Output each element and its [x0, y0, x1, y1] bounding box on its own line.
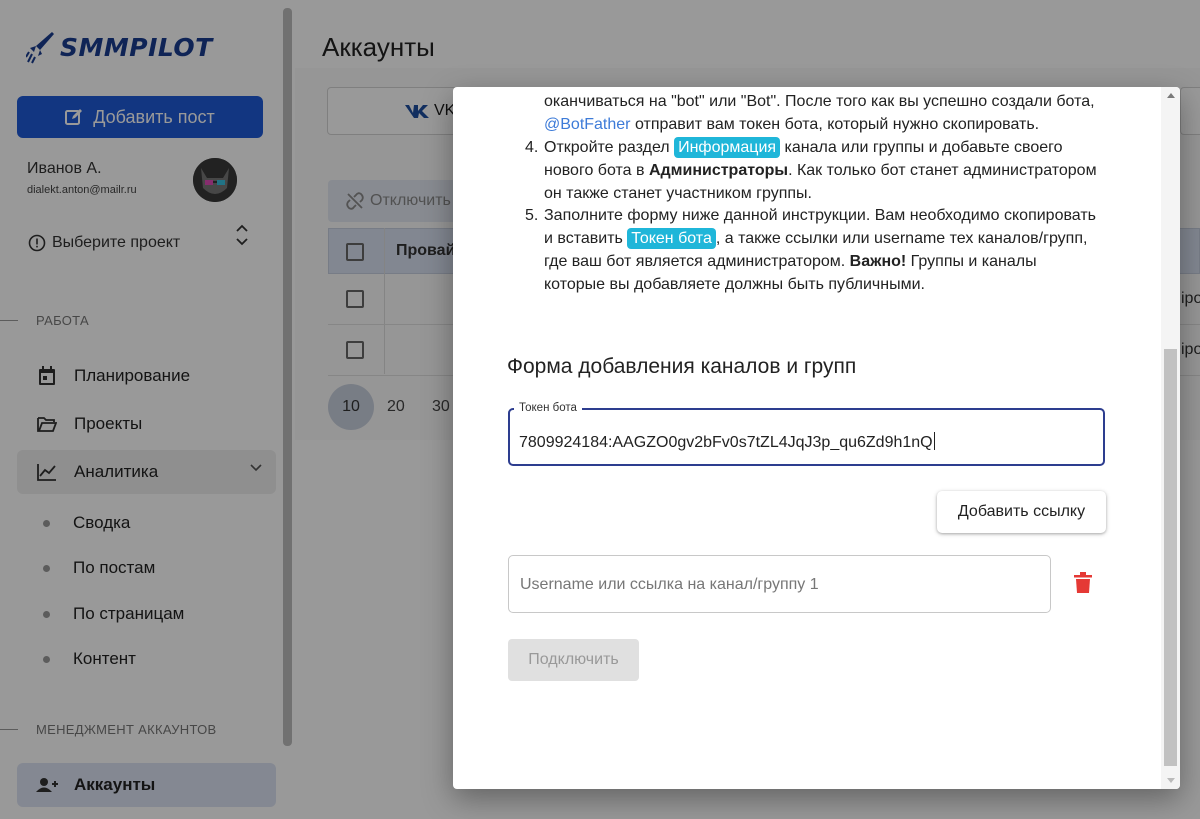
instruction-text: отправит вам токен бота, который нужно с…: [630, 116, 1040, 133]
instruction-bold: Важно!: [849, 253, 907, 270]
add-link-button[interactable]: Добавить ссылку: [937, 491, 1106, 533]
scroll-up-arrow-icon[interactable]: [1167, 93, 1175, 98]
instruction-line: Откройте раздел Информация канала или гр…: [544, 137, 1063, 160]
instruction-text: нового бота в: [544, 162, 649, 179]
step-number: 4.: [525, 139, 539, 156]
instruction-text: и вставить: [544, 230, 628, 247]
instruction-text: где ваш бот является администратором.: [544, 253, 850, 270]
text-caret: [933, 432, 935, 450]
instruction-line: Заполните форму ниже данной инструкции. …: [544, 207, 1096, 224]
dialog-scrollbar-thumb[interactable]: [1164, 349, 1177, 766]
instruction-line: нового бота в Администраторы. Как только…: [544, 160, 1097, 183]
step-number: 5.: [525, 207, 539, 224]
trash-icon: [1074, 572, 1092, 593]
form-title: Форма добавления каналов и групп: [507, 355, 857, 378]
instruction-line: которые вы добавляете должны быть публич…: [544, 276, 925, 293]
instruction-text: , а также ссылки или username тех канало…: [715, 230, 1088, 247]
token-chip: Токен бота: [627, 228, 716, 249]
add-telegram-dialog: оканчиваться на "bot" или "Bot". После т…: [453, 87, 1180, 789]
instruction-text: . Как только бот станет администратором: [788, 162, 1097, 179]
instruction-text: канала или группы и добавьте своего: [780, 139, 1063, 156]
bot-token-input[interactable]: 7809924184:AAGZO0gv2bFv0s7tZL4JqJ3p_qu6Z…: [519, 432, 935, 452]
instruction-line: и вставить Токен бота, а также ссылки ил…: [544, 228, 1087, 251]
instruction-bold: Администраторы: [648, 162, 789, 179]
instruction-text: Группы и каналы: [906, 253, 1037, 270]
bot-token-label: Токен бота: [514, 402, 582, 414]
channel-link-placeholder: Username или ссылка на канал/группу 1: [520, 576, 819, 593]
delete-link-button[interactable]: [1073, 572, 1093, 599]
info-chip: Информация: [674, 137, 781, 158]
instruction-line: где ваш бот является администратором. Ва…: [544, 251, 1037, 274]
instruction-line: он также станет участником группы.: [544, 185, 812, 202]
instruction-text: Откройте раздел: [544, 139, 675, 156]
scroll-down-arrow-icon[interactable]: [1167, 778, 1175, 783]
connect-button[interactable]: Подключить: [508, 639, 639, 681]
instruction-line: @BotFather отправит вам токен бота, кото…: [544, 114, 1039, 137]
botfather-link[interactable]: @BotFather: [544, 116, 631, 133]
bot-token-value: 7809924184:AAGZO0gv2bFv0s7tZL4JqJ3p_qu6Z…: [519, 434, 933, 451]
instruction-line: оканчиваться на "bot" или "Bot". После т…: [544, 93, 1095, 110]
